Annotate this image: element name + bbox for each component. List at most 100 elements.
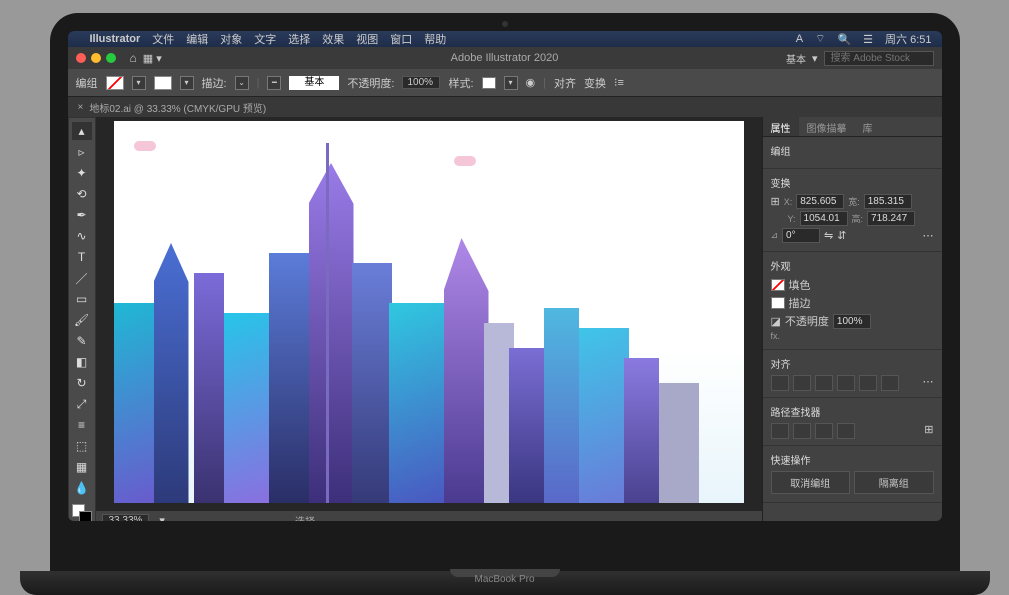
pen-tool[interactable]: ✒ [72, 206, 92, 224]
more-options-icon[interactable]: ⋯ [923, 375, 934, 391]
wifi-icon[interactable]: ⌔ [815, 32, 825, 46]
align-bottom[interactable] [881, 375, 899, 391]
free-transform-tool[interactable]: ⬚ [72, 437, 92, 455]
recolor-icon[interactable]: ◉ [526, 76, 536, 89]
height-field[interactable] [867, 211, 915, 226]
expand-button[interactable]: ⊞ [924, 423, 933, 439]
home-icon[interactable]: ⌂ [130, 51, 137, 65]
fill-stroke-colors[interactable] [72, 504, 92, 521]
magic-wand-tool[interactable]: ✦ [72, 164, 92, 182]
style-swatch[interactable] [482, 77, 496, 89]
align-top[interactable] [837, 375, 855, 391]
stroke-dropdown[interactable]: ▾ [180, 76, 194, 90]
isolate-button[interactable]: 隔离组 [854, 471, 934, 494]
stroke-weight[interactable]: ⌄ [235, 76, 249, 90]
rectangle-tool[interactable]: ▭ [72, 290, 92, 308]
tab-libraries[interactable]: 库 [855, 117, 881, 136]
align-right[interactable] [815, 375, 833, 391]
fx-label[interactable]: fx. [771, 331, 781, 341]
clock[interactable]: 周六 6:51 [885, 31, 931, 47]
opacity-field-panel[interactable] [833, 314, 871, 329]
align-label[interactable]: 对齐 [554, 75, 576, 91]
menu-edit[interactable]: 编辑 [186, 31, 208, 47]
width-tool[interactable]: ≡ [72, 416, 92, 434]
style-dropdown[interactable]: ▾ [504, 76, 518, 90]
ungroup-button[interactable]: 取消编组 [771, 471, 851, 494]
menu-window[interactable]: 窗口 [390, 31, 412, 47]
zoom-field[interactable]: 33.33% [102, 514, 150, 522]
line-tool[interactable]: ／ [72, 269, 92, 287]
shaper-tool[interactable]: ✎ [72, 332, 92, 350]
y-field[interactable] [800, 211, 848, 226]
maximize-button[interactable] [106, 53, 116, 63]
x-field[interactable] [796, 194, 844, 209]
menu-object[interactable]: 对象 [220, 31, 242, 47]
close-button[interactable] [76, 53, 86, 63]
fill-swatch-panel[interactable] [771, 279, 785, 291]
minimize-button[interactable] [91, 53, 101, 63]
align-hcenter[interactable] [793, 375, 811, 391]
control-center-icon[interactable]: ☰ [863, 33, 873, 46]
curvature-tool[interactable]: ∿ [72, 227, 92, 245]
tab-properties[interactable]: 属性 [763, 117, 799, 136]
menu-help[interactable]: 帮助 [424, 31, 446, 47]
selection-tool[interactable]: ▴ [72, 122, 92, 140]
eyedropper-tool[interactable]: 💧 [72, 479, 92, 497]
direct-selection-tool[interactable]: ▹ [72, 143, 92, 161]
chevron-down-icon[interactable]: ▾ [812, 52, 818, 65]
layout-icon[interactable]: ▦ ▾ [143, 52, 162, 65]
stroke-swatch-panel[interactable] [771, 297, 785, 309]
scale-tool[interactable]: ⤢ [72, 395, 92, 413]
eraser-tool[interactable]: ◧ [72, 353, 92, 371]
more-icon[interactable]: ⁝≡ [614, 76, 624, 89]
pathfinder-intersect[interactable] [815, 423, 833, 439]
stroke-swatch[interactable] [154, 76, 172, 90]
pathfinder-header: 路径查找器 [771, 404, 934, 419]
angle-field[interactable] [782, 228, 820, 243]
document-tab[interactable]: 地标02.ai @ 33.33% (CMYK/GPU 预览) [89, 100, 266, 115]
fill-dropdown[interactable]: ▾ [132, 76, 146, 90]
type-tool[interactable]: T [72, 248, 92, 266]
panels: 属性 图像描摹 库 编组 变换 ⊞ X: 宽: Y: 高: [762, 117, 942, 521]
window-title: Adobe Illustrator 2020 [451, 52, 559, 64]
a-icon[interactable]: A [796, 33, 803, 45]
close-tab-icon[interactable]: × [78, 102, 84, 113]
toolbox: ▴ ▹ ✦ ⟲ ✒ ∿ T ／ ▭ 🖌 ✎ ◧ ↻ ⤢ ≡ ⬚ ▦ 💧 [68, 117, 96, 521]
tab-image-trace[interactable]: 图像描摹 [799, 117, 855, 136]
spotlight-icon[interactable]: 🔍 [837, 33, 851, 46]
transform-label[interactable]: 变换 [584, 75, 606, 91]
menu-select[interactable]: 选择 [288, 31, 310, 47]
menu-text[interactable]: 文字 [254, 31, 276, 47]
registration-icon[interactable]: ⊞ [771, 195, 780, 208]
menu-effect[interactable]: 效果 [322, 31, 344, 47]
laptop-model: MacBook Pro [474, 574, 534, 585]
pathfinder-minus[interactable] [793, 423, 811, 439]
lasso-tool[interactable]: ⟲ [72, 185, 92, 203]
adobe-stock-search[interactable] [824, 51, 934, 66]
paintbrush-tool[interactable]: 🖌 [72, 311, 92, 329]
width-field[interactable] [864, 194, 912, 209]
flip-h-icon[interactable]: ⇋ [824, 229, 833, 242]
app-name[interactable]: Illustrator [90, 33, 141, 45]
flip-v-icon[interactable]: ⇵ [837, 229, 846, 242]
rotate-tool[interactable]: ↻ [72, 374, 92, 392]
brush-picker[interactable]: ━ [267, 76, 281, 90]
workspace-dropdown[interactable]: 基本 [786, 51, 806, 66]
brush-basic[interactable]: 基本 [289, 76, 339, 90]
pathfinder-exclude[interactable] [837, 423, 855, 439]
align-left[interactable] [771, 375, 789, 391]
menu-view[interactable]: 视图 [356, 31, 378, 47]
fill-swatch[interactable] [106, 76, 124, 90]
pathfinder-unite[interactable] [771, 423, 789, 439]
menu-file[interactable]: 文件 [152, 31, 174, 47]
selection-mode: 编组 [76, 75, 98, 91]
align-vcenter[interactable] [859, 375, 877, 391]
opacity-icon: ◪ [771, 315, 781, 328]
opacity-label-panel: 不透明度 [785, 313, 829, 329]
chevron-down-icon[interactable]: ▾ [159, 514, 165, 522]
canvas[interactable] [96, 117, 762, 511]
opacity-field[interactable]: 100% [402, 76, 440, 89]
more-options-icon[interactable]: ⋯ [923, 229, 934, 242]
align-panel: 对齐 ⋯ [763, 350, 942, 398]
gradient-tool[interactable]: ▦ [72, 458, 92, 476]
